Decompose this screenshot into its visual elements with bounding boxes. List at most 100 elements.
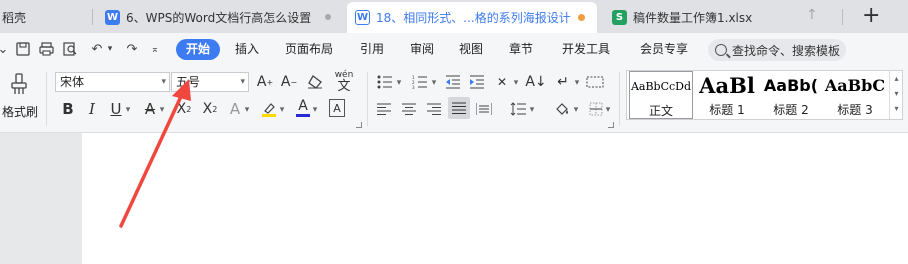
- text-effect-icon[interactable]: A: [227, 99, 243, 119]
- font-name-value: 宋体: [60, 75, 85, 89]
- style-name: 标题 2: [773, 103, 809, 117]
- character-border-icon[interactable]: A: [329, 99, 345, 117]
- format-painter-icon[interactable]: [8, 72, 30, 96]
- chevron-down-icon: ▾: [240, 77, 245, 87]
- strikethrough-dropdown-icon[interactable]: ▾: [158, 101, 166, 119]
- superscript-icon[interactable]: X2: [174, 99, 194, 119]
- table-of-contents-icon[interactable]: [585, 72, 605, 92]
- ribbon-tab-references[interactable]: 引用: [360, 39, 384, 60]
- chinese-layout-icon[interactable]: ✕: [492, 72, 512, 92]
- group-divider: [46, 72, 47, 126]
- numbered-list-icon[interactable]: 123: [410, 72, 430, 92]
- format-painter-label[interactable]: 格式刷: [2, 103, 38, 120]
- undo-dropdown-icon[interactable]: ▾: [101, 40, 119, 58]
- tab-label: 稻壳: [2, 11, 27, 25]
- line-spacing-icon[interactable]: [508, 99, 528, 119]
- align-left-icon[interactable]: [375, 99, 393, 119]
- highlight-icon[interactable]: [260, 99, 278, 119]
- group-divider: [367, 72, 368, 126]
- ribbon-tab-home[interactable]: 开始: [176, 39, 221, 60]
- style-sample: AaBl: [699, 73, 755, 98]
- distributed-align-icon[interactable]: [474, 99, 494, 119]
- ribbon-tab-review[interactable]: 审阅: [410, 39, 434, 60]
- text-effect-dropdown-icon[interactable]: ▾: [243, 101, 251, 119]
- plus-icon[interactable]: +: [862, 3, 880, 29]
- document-page[interactable]: [82, 133, 908, 264]
- style-sample: AaBbC: [824, 76, 886, 95]
- align-justify-icon[interactable]: [448, 97, 470, 119]
- font-size-select[interactable]: 五号 ▾: [171, 72, 249, 92]
- tab-xlsx-workbook[interactable]: S 稿件数量工作簿1.xlsx ↑: [604, 2, 818, 33]
- shading-dropdown-icon[interactable]: ▾: [572, 101, 580, 119]
- align-right-icon[interactable]: [425, 99, 443, 119]
- menu-chevron-icon[interactable]: ⌄: [0, 40, 12, 58]
- expand-gallery-icon[interactable]: ▾: [890, 101, 903, 116]
- print-preview-icon[interactable]: [61, 40, 79, 58]
- style-normal[interactable]: AaBbCcDd 正文: [629, 71, 693, 119]
- style-name: 正文: [648, 104, 673, 118]
- bullet-list-icon[interactable]: [375, 72, 395, 92]
- paragraph-dialog-launcher[interactable]: [608, 122, 614, 128]
- bullet-list-dropdown-icon[interactable]: ▾: [395, 74, 403, 92]
- sort-icon[interactable]: A↓: [525, 72, 546, 92]
- font-color-dropdown-icon[interactable]: ▾: [311, 101, 319, 119]
- redo-icon[interactable]: ↷: [123, 40, 141, 58]
- subscript-icon[interactable]: X2: [200, 99, 220, 119]
- chevron-up-icon[interactable]: ▴: [890, 71, 903, 86]
- italic-icon[interactable]: I: [84, 99, 100, 119]
- group-divider: [619, 72, 620, 126]
- gallery-scroll[interactable]: ▴ ▾ ▾: [889, 71, 903, 119]
- highlight-dropdown-icon[interactable]: ▾: [278, 101, 286, 119]
- strikethrough-icon[interactable]: A: [142, 99, 158, 119]
- font-name-select[interactable]: 宋体 ▾: [55, 72, 170, 92]
- clear-formatting-icon[interactable]: [305, 72, 325, 92]
- chevron-down-icon[interactable]: ▾: [890, 86, 903, 101]
- tab-docer[interactable]: 稻壳: [0, 2, 92, 33]
- ribbon-tab-page-layout[interactable]: 页面布局: [285, 39, 333, 60]
- search-icon: [715, 44, 727, 56]
- ribbon-tab-chapter[interactable]: 章节: [509, 39, 533, 60]
- styles-gallery: AaBbCcDd 正文 AaBl 标题 1 AaBb( 标题 2 AaBbC 标…: [626, 70, 903, 120]
- close-dot-icon[interactable]: [325, 14, 331, 20]
- numbered-list-dropdown-icon[interactable]: ▾: [430, 74, 438, 92]
- style-heading-1[interactable]: AaBl 标题 1: [695, 71, 759, 119]
- shading-icon[interactable]: [552, 99, 572, 119]
- style-heading-3[interactable]: AaBbC 标题 3: [823, 71, 887, 119]
- up-arrow-icon[interactable]: ↑: [806, 7, 818, 23]
- ribbon-tab-view[interactable]: 视图: [459, 39, 483, 60]
- tab-separator: [842, 9, 843, 25]
- decrease-indent-icon[interactable]: [443, 72, 463, 92]
- print-icon[interactable]: [37, 40, 55, 58]
- customize-quick-access-icon[interactable]: ⌅: [146, 40, 164, 58]
- bold-icon[interactable]: B: [60, 99, 76, 119]
- shrink-font-icon[interactable]: A −: [280, 72, 298, 92]
- line-spacing-dropdown-icon[interactable]: ▾: [528, 101, 536, 119]
- borders-icon[interactable]: [586, 99, 606, 119]
- save-icon[interactable]: [14, 40, 32, 58]
- chinese-layout-dropdown-icon[interactable]: ▾: [512, 74, 520, 92]
- style-heading-2[interactable]: AaBb( 标题 2: [759, 71, 823, 119]
- word-doc-icon: W: [105, 10, 120, 25]
- align-center-icon[interactable]: [400, 99, 418, 119]
- tab-poster-design[interactable]: W 18、相同形式、...格的系列海报设计: [347, 2, 597, 33]
- phonetic-guide-icon[interactable]: wén 文: [331, 70, 357, 94]
- ribbon-tab-member[interactable]: 会员专享: [640, 39, 688, 60]
- tab-label: 稿件数量工作簿1.xlsx: [633, 11, 753, 25]
- ribbon-tab-developer[interactable]: 开发工具: [562, 39, 610, 60]
- font-color-icon[interactable]: A: [295, 97, 311, 119]
- grow-font-icon[interactable]: A +: [256, 72, 274, 92]
- svg-text:3: 3: [412, 85, 415, 89]
- underline-dropdown-icon[interactable]: ▾: [124, 101, 132, 119]
- chevron-down-icon: ▾: [161, 77, 166, 87]
- ribbon-tab-insert[interactable]: 插入: [235, 39, 259, 60]
- font-dialog-launcher[interactable]: [356, 122, 362, 128]
- marks-dropdown-icon[interactable]: ▾: [573, 74, 581, 92]
- show-hide-marks-icon[interactable]: ↵: [553, 72, 573, 92]
- tab-wps-word-line-height[interactable]: W 6、WPS的Word文档行高怎么设置: [97, 2, 343, 33]
- increase-indent-icon[interactable]: [467, 72, 487, 92]
- underline-icon[interactable]: U: [108, 99, 124, 119]
- borders-dropdown-icon[interactable]: ▾: [604, 101, 612, 119]
- command-search-box[interactable]: 查找命令、搜索模板: [708, 39, 846, 61]
- tab-label: 6、WPS的Word文档行高怎么设置: [126, 11, 312, 25]
- word-doc-icon: W: [355, 10, 370, 25]
